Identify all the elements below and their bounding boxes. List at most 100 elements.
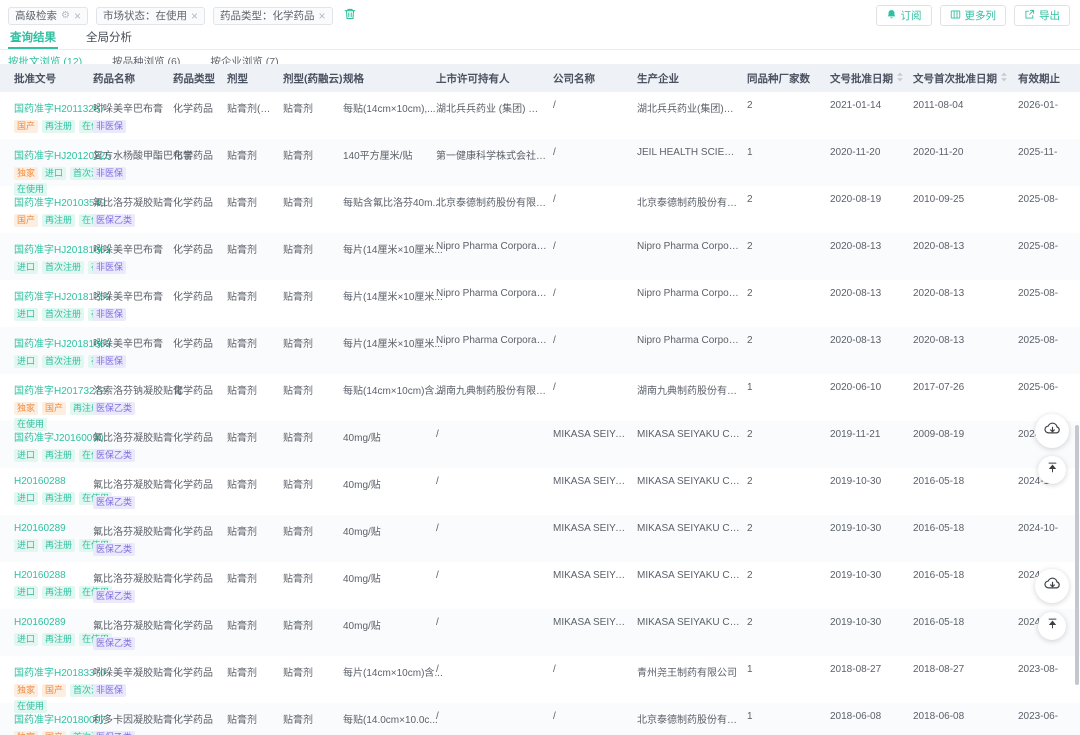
filter-bar: 高级检索⚙× 市场状态：在使用× 药品类型：化学药品 × 订阅 [0,0,1080,26]
cell-drug-name: 氟比洛芬凝胶贴膏医保乙类 [93,186,173,233]
cell-approval-date: 2020-08-13 [830,233,913,280]
drug-name-text: 氟比洛芬凝胶贴膏 [93,617,167,632]
cell-valid-until: 2026-01- [1018,92,1080,139]
approval-no-link[interactable]: 国药准字H20103549 [14,194,87,209]
status-tag: 再注册 [42,449,75,462]
approval-no-link[interactable]: 国药准字HJ20181259 [14,288,87,303]
drug-name-text: 利多卡因凝胶贴膏 [93,711,167,726]
subscribe-button[interactable]: 订阅 [876,5,932,26]
back-to-top-button[interactable] [1038,456,1066,484]
cell-approval-date: 2018-06-08 [830,703,913,735]
cell-valid-until: 2025-08- [1018,327,1080,374]
status-tag: 进口 [14,308,38,321]
cell-license-holder: / [430,562,553,609]
cell-drug-name: 氟比洛芬凝胶贴膏医保乙类 [93,421,173,468]
cell-dosage-form: 贴膏剂 [227,609,283,656]
cell-manufacturer: MIKASA SEIYAKU CO.,LTD K... [637,468,747,515]
approval-no-link[interactable]: 国药准字J20160090 [14,429,87,444]
column-header-label: 文号批准日期 [830,71,893,86]
approval-no-link[interactable]: H20160288 [14,570,87,581]
cell-dosage-form: 贴膏剂 [227,374,283,421]
chip-close-icon[interactable]: × [191,10,198,22]
cell-spec: 每片(14厘米×10厘米... [343,327,430,374]
insurance-tag: 非医保 [93,355,126,368]
cell-license-holder: 湖南九典制药股份有限公司 [430,374,553,421]
vertical-scrollbar[interactable] [1075,425,1079,685]
main-tabs: 查询结果 全局分析 [0,27,1080,50]
more-columns-label: 更多列 [965,8,997,23]
column-header[interactable]: 文号首次批准日期 [913,71,1018,86]
more-columns-button[interactable]: 更多列 [940,5,1007,26]
insurance-tag: 医保乙类 [93,449,135,462]
table-header-row: 批准文号药品名称药品类型剂型剂型(药融云)规格上市许可持有人公司名称生产企业同品… [0,64,1080,92]
approval-no-link[interactable]: 国药准字H20113287 [14,100,87,115]
cell-drug-type: 化学药品 [173,327,227,374]
cell-dosage-form: 贴膏剂 [227,656,283,703]
cell-approval-no: 国药准字H20183370独家国产首次注册在使用 [0,656,93,703]
chip-close-icon[interactable]: × [74,10,81,22]
sort-caret-icon[interactable] [1000,72,1008,85]
approval-no-link[interactable]: 国药准字HJ20181060 [14,335,87,350]
tab-global-analysis[interactable]: 全局分析 [84,27,134,49]
cell-valid-until: 2025-08- [1018,280,1080,327]
cell-spec: 40mg/贴 [343,562,430,609]
download-report-button[interactable] [1035,569,1069,603]
table-row: H20160288进口再注册在使用氟比洛芬凝胶贴膏医保乙类化学药品贴膏剂贴膏剂4… [0,562,1080,609]
status-tag: 国产 [42,402,66,415]
approval-no-link[interactable]: 国药准字HJ20181061 [14,241,87,256]
approval-no-link[interactable]: 国药准字H20180007 [14,711,87,726]
approval-no-link[interactable]: H20160289 [14,523,87,534]
cell-valid-until: 2025-11- [1018,139,1080,186]
download-report-button[interactable] [1035,414,1069,448]
filter-chip-label: 药品类型：化学药品 [220,8,315,23]
cell-first-approval-date: 2009-08-19 [913,421,1018,468]
back-to-top-button[interactable] [1038,612,1066,640]
export-label: 导出 [1039,8,1060,23]
approval-no-link[interactable]: 国药准字H20173272 [14,382,87,397]
chip-close-icon[interactable]: × [319,10,326,22]
approval-no-link[interactable]: H20160289 [14,617,87,628]
approval-no-link[interactable]: H20160288 [14,476,87,487]
filter-chip[interactable]: 高级检索⚙× [8,7,88,25]
approval-no-link[interactable]: 国药准字H20183370 [14,664,87,679]
cell-approval-date: 2020-08-19 [830,186,913,233]
column-header: 公司名称 [553,71,637,86]
cell-drug-name: 吲哚美辛巴布膏非医保 [93,280,173,327]
cell-spec: 每片(14厘米×10厘米... [343,233,430,280]
cell-drug-name: 氟比洛芬凝胶贴膏医保乙类 [93,468,173,515]
table-row: 国药准字H20180007独家国产首次注册在使用利多卡因凝胶贴膏医保乙类化学药品… [0,703,1080,735]
column-header: 药品名称 [93,71,173,86]
cell-license-holder: 北京泰德制药股份有限公司 [430,186,553,233]
filter-chip[interactable]: 药品类型：化学药品 × [213,7,333,25]
column-header[interactable]: 文号批准日期 [830,71,913,86]
table-row: 国药准字HJ20181259进口首次注册在使用吲哚美辛巴布膏非医保化学药品贴膏剂… [0,280,1080,327]
tab-query-results[interactable]: 查询结果 [8,27,58,49]
cell-company-name: MIKASA SEIYAKU C... [553,421,637,468]
status-tag: 国产 [42,731,66,735]
cell-company-name: / [553,656,637,703]
insurance-tag: 非医保 [93,308,126,321]
cell-drug-type: 化学药品 [173,280,227,327]
column-header: 批准文号 [0,71,93,86]
cell-dosage-form-yry: 贴膏剂 [283,186,343,233]
filter-chip-label: 高级检索 [15,8,57,23]
clear-filters-button[interactable] [343,7,357,24]
subscribe-bell-icon [886,9,897,23]
cell-drug-name: 氟比洛芬凝胶贴膏医保乙类 [93,609,173,656]
cell-approval-no: 国药准字H20173272独家国产再注册在使用 [0,374,93,421]
sort-caret-icon[interactable] [896,72,904,85]
cell-approval-date: 2020-11-20 [830,139,913,186]
table-row: 国药准字H20113287国产再注册在使用吲哚美辛巴布膏非医保化学药品贴膏剂(凝… [0,92,1080,139]
drug-name-text: 吲哚美辛凝胶贴膏 [93,664,167,679]
cell-approval-date: 2019-10-30 [830,609,913,656]
cell-drug-type: 化学药品 [173,703,227,735]
cell-approval-date: 2018-08-27 [830,656,913,703]
filter-chips: 高级检索⚙× 市场状态：在使用× 药品类型：化学药品 × [8,7,341,25]
filter-chip[interactable]: 市场状态：在使用× [96,7,205,25]
cell-first-approval-date: 2010-09-25 [913,186,1018,233]
export-button[interactable]: 导出 [1014,5,1070,26]
approval-no-link[interactable]: 国药准字HJ20120225 [14,147,87,162]
cell-license-holder: / [430,468,553,515]
status-tag: 国产 [14,214,38,227]
cell-drug-name: 吲哚美辛凝胶贴膏非医保 [93,656,173,703]
